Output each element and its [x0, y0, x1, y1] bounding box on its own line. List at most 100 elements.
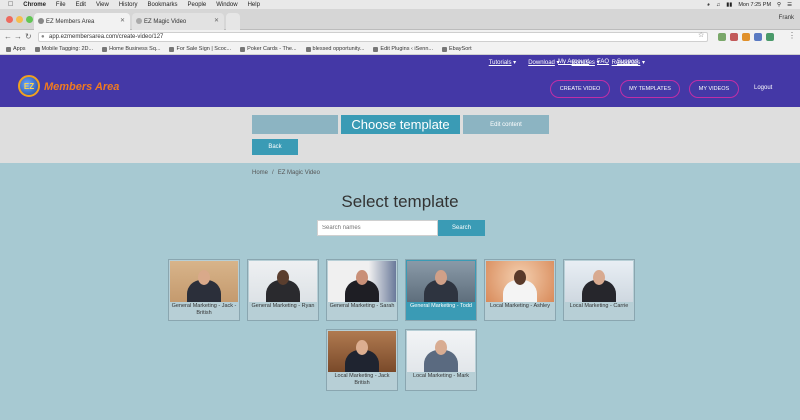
- menu-window[interactable]: Window: [216, 2, 237, 8]
- bookmark-item[interactable]: For Sale Sign | Scoc...: [169, 46, 231, 52]
- extension-icon[interactable]: [754, 33, 762, 41]
- nav-tutorials[interactable]: Tutorials ▾: [489, 59, 516, 66]
- profile-name[interactable]: Frank: [779, 15, 794, 21]
- template-title: General Marketing - Sarah: [329, 303, 395, 309]
- template-card[interactable]: Local Marketing - Ashley: [484, 259, 556, 321]
- template-thumbnail: [565, 261, 633, 302]
- url-text: app.ezmembersarea.com/create-video/127: [49, 34, 164, 40]
- bookmark-icon: [442, 46, 447, 52]
- menu-icon[interactable]: ⋮: [788, 31, 796, 40]
- nav-faq[interactable]: FAQ: [597, 59, 609, 65]
- bookmark-icon: [240, 46, 246, 52]
- browser-tabstrip: EZ Members Area ✕ EZ Magic Video ✕ Frank: [0, 9, 800, 30]
- breadcrumb-home[interactable]: Home: [252, 170, 268, 176]
- menu-people[interactable]: People: [188, 2, 207, 8]
- my-videos-button[interactable]: MY VIDEOS: [689, 80, 739, 98]
- tab-label: EZ Members Area: [46, 18, 95, 25]
- bookmark-item[interactable]: Edit Plugins ‹ iSenn...: [373, 46, 433, 52]
- reload-icon[interactable]: ↻: [25, 32, 32, 41]
- template-title: Local Marketing - Jack British: [334, 373, 390, 386]
- volume-icon[interactable]: ♫: [716, 2, 720, 8]
- bookmarks-bar: Apps Mobile Tagging: 2D... Home Business…: [0, 44, 800, 55]
- template-thumbnail: [407, 261, 475, 302]
- favicon-icon: [38, 18, 44, 24]
- tab-label: EZ Magic Video: [144, 18, 187, 25]
- nav-download[interactable]: Download ▾: [528, 59, 559, 66]
- template-thumbnail: [328, 331, 396, 372]
- clock[interactable]: Mon 7:25 PM: [738, 2, 771, 8]
- template-thumbnail: [249, 261, 317, 302]
- extension-icon[interactable]: [766, 33, 774, 41]
- template-title: General Marketing - Ryan: [251, 303, 315, 309]
- template-card[interactable]: Local Marketing - Jack British: [326, 329, 398, 391]
- extension-icon[interactable]: [718, 33, 726, 41]
- apple-icon[interactable]: : [8, 1, 13, 8]
- create-video-button[interactable]: CREATE VIDEO: [550, 80, 610, 98]
- template-card[interactable]: Local Marketing - Carrie: [563, 259, 635, 321]
- new-tab-button[interactable]: [226, 13, 240, 30]
- bookmark-item[interactable]: Mobile Tagging: 2D...: [34, 46, 93, 52]
- tab-members-area[interactable]: EZ Members Area ✕: [34, 13, 130, 30]
- favicon-icon: [136, 18, 142, 24]
- menu-edit[interactable]: Edit: [76, 2, 86, 8]
- menu-file[interactable]: File: [56, 2, 66, 8]
- menu-bookmarks[interactable]: Bookmarks: [148, 2, 178, 8]
- template-thumbnail: [170, 261, 238, 302]
- back-button[interactable]: Back: [252, 139, 298, 155]
- breadcrumb: Home / EZ Magic Video: [252, 170, 320, 176]
- breadcrumb-current: EZ Magic Video: [277, 170, 320, 176]
- bookmark-item[interactable]: Poker Cards - The...: [240, 46, 297, 52]
- bookmark-item[interactable]: blessed opportunity...: [305, 46, 364, 52]
- search-button[interactable]: Search: [438, 220, 485, 236]
- nav-my-account[interactable]: My Account: [558, 59, 589, 65]
- extension-icon[interactable]: [742, 33, 750, 41]
- template-title: Local Marketing - Carrie: [569, 303, 629, 309]
- minimize-window-button[interactable]: [16, 16, 23, 23]
- bookmark-icon: [34, 46, 40, 52]
- step-choose-template: Choose template: [341, 115, 460, 134]
- notification-icon[interactable]: ☰: [787, 2, 792, 8]
- menu-chrome[interactable]: Chrome: [23, 2, 46, 8]
- bookmark-item[interactable]: Home Business Sq...: [102, 46, 160, 52]
- template-card[interactable]: General Marketing - Sarah: [326, 259, 398, 321]
- battery-icon[interactable]: ▮▮: [726, 2, 732, 8]
- nav-support[interactable]: Support: [617, 59, 638, 65]
- wifi-icon[interactable]: ◕: [707, 2, 710, 8]
- close-tab-icon[interactable]: ✕: [214, 17, 219, 24]
- forward-arrow-icon[interactable]: →: [14, 32, 22, 41]
- extension-icon[interactable]: [730, 33, 738, 41]
- maximize-window-button[interactable]: [26, 16, 33, 23]
- bookmark-icon: [373, 46, 379, 52]
- template-card[interactable]: General Marketing - Jack - British: [168, 259, 240, 321]
- template-thumbnail: [328, 261, 396, 302]
- template-title: Local Marketing - Mark: [413, 373, 469, 379]
- template-card[interactable]: Local Marketing - Mark: [405, 329, 477, 391]
- template-title: General Marketing - Todd: [410, 303, 472, 309]
- logo-text[interactable]: Members Area: [44, 81, 119, 93]
- template-card[interactable]: General Marketing - Ryan: [247, 259, 319, 321]
- address-bar[interactable]: ● app.ezmembersarea.com/create-video/127: [38, 32, 708, 42]
- search-input[interactable]: [317, 220, 438, 236]
- logout-link[interactable]: Logout: [754, 85, 772, 91]
- page-title: Select template: [341, 192, 459, 211]
- menu-help[interactable]: Help: [248, 2, 260, 8]
- bookmark-item[interactable]: Apps: [6, 46, 26, 52]
- tab-magic-video[interactable]: EZ Magic Video ✕: [132, 13, 224, 30]
- template-card-selected[interactable]: General Marketing - Todd: [405, 259, 477, 321]
- bookmark-star-icon[interactable]: ☆: [698, 31, 704, 39]
- bookmark-icon: [102, 46, 108, 52]
- close-window-button[interactable]: [6, 16, 13, 23]
- menu-view[interactable]: View: [96, 2, 109, 8]
- bookmark-icon: [169, 46, 175, 52]
- apps-icon: [6, 46, 11, 52]
- close-tab-icon[interactable]: ✕: [120, 17, 125, 24]
- template-thumbnail: [486, 261, 554, 302]
- step-edit-content: Edit content: [463, 115, 549, 134]
- back-arrow-icon[interactable]: ←: [4, 32, 12, 41]
- my-templates-button[interactable]: MY TEMPLATES: [620, 80, 680, 98]
- bookmark-item[interactable]: EbaySort: [442, 46, 472, 52]
- logo-badge[interactable]: EZ: [18, 75, 40, 97]
- template-title: Local Marketing - Ashley: [490, 303, 550, 309]
- spotlight-icon[interactable]: ⚲: [777, 2, 781, 8]
- menu-history[interactable]: History: [119, 2, 138, 8]
